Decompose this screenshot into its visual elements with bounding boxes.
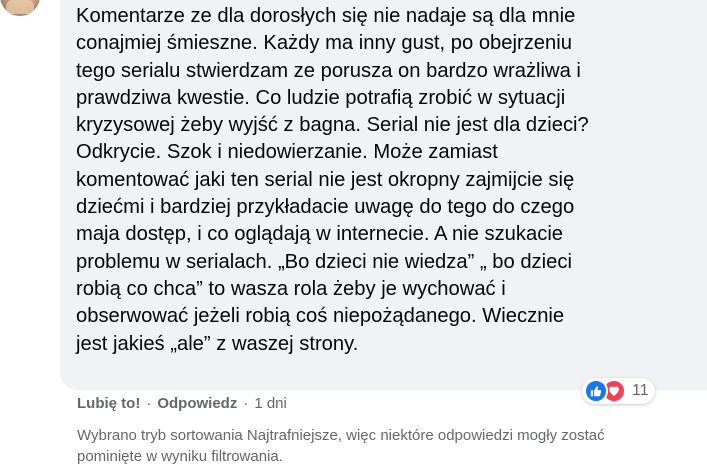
separator-dot: · [146, 395, 152, 412]
separator-dot: · [243, 395, 249, 412]
comment-actions: Lubię to! · Odpowiedz · 1 dni [77, 395, 287, 412]
comment-bubble: Komentarze ze dla dorosłych się nie nada… [60, 0, 707, 390]
reactions-summary[interactable]: 11 [582, 378, 655, 404]
like-icon [584, 379, 608, 403]
filter-notice: Wybrano tryb sortowania Najtrafniejsze, … [77, 427, 605, 465]
avatar[interactable] [0, 0, 40, 16]
reaction-count: 11 [632, 382, 649, 399]
reaction-icons [584, 379, 626, 403]
reply-button[interactable]: Odpowiedz [157, 395, 237, 412]
like-button[interactable]: Lubię to! [77, 395, 140, 412]
comment-text: Komentarze ze dla dorosłych się nie nada… [76, 5, 589, 355]
comment-time[interactable]: 1 dni [254, 395, 287, 412]
comment-thread: Komentarze ze dla dorosłych się nie nada… [0, 0, 707, 475]
